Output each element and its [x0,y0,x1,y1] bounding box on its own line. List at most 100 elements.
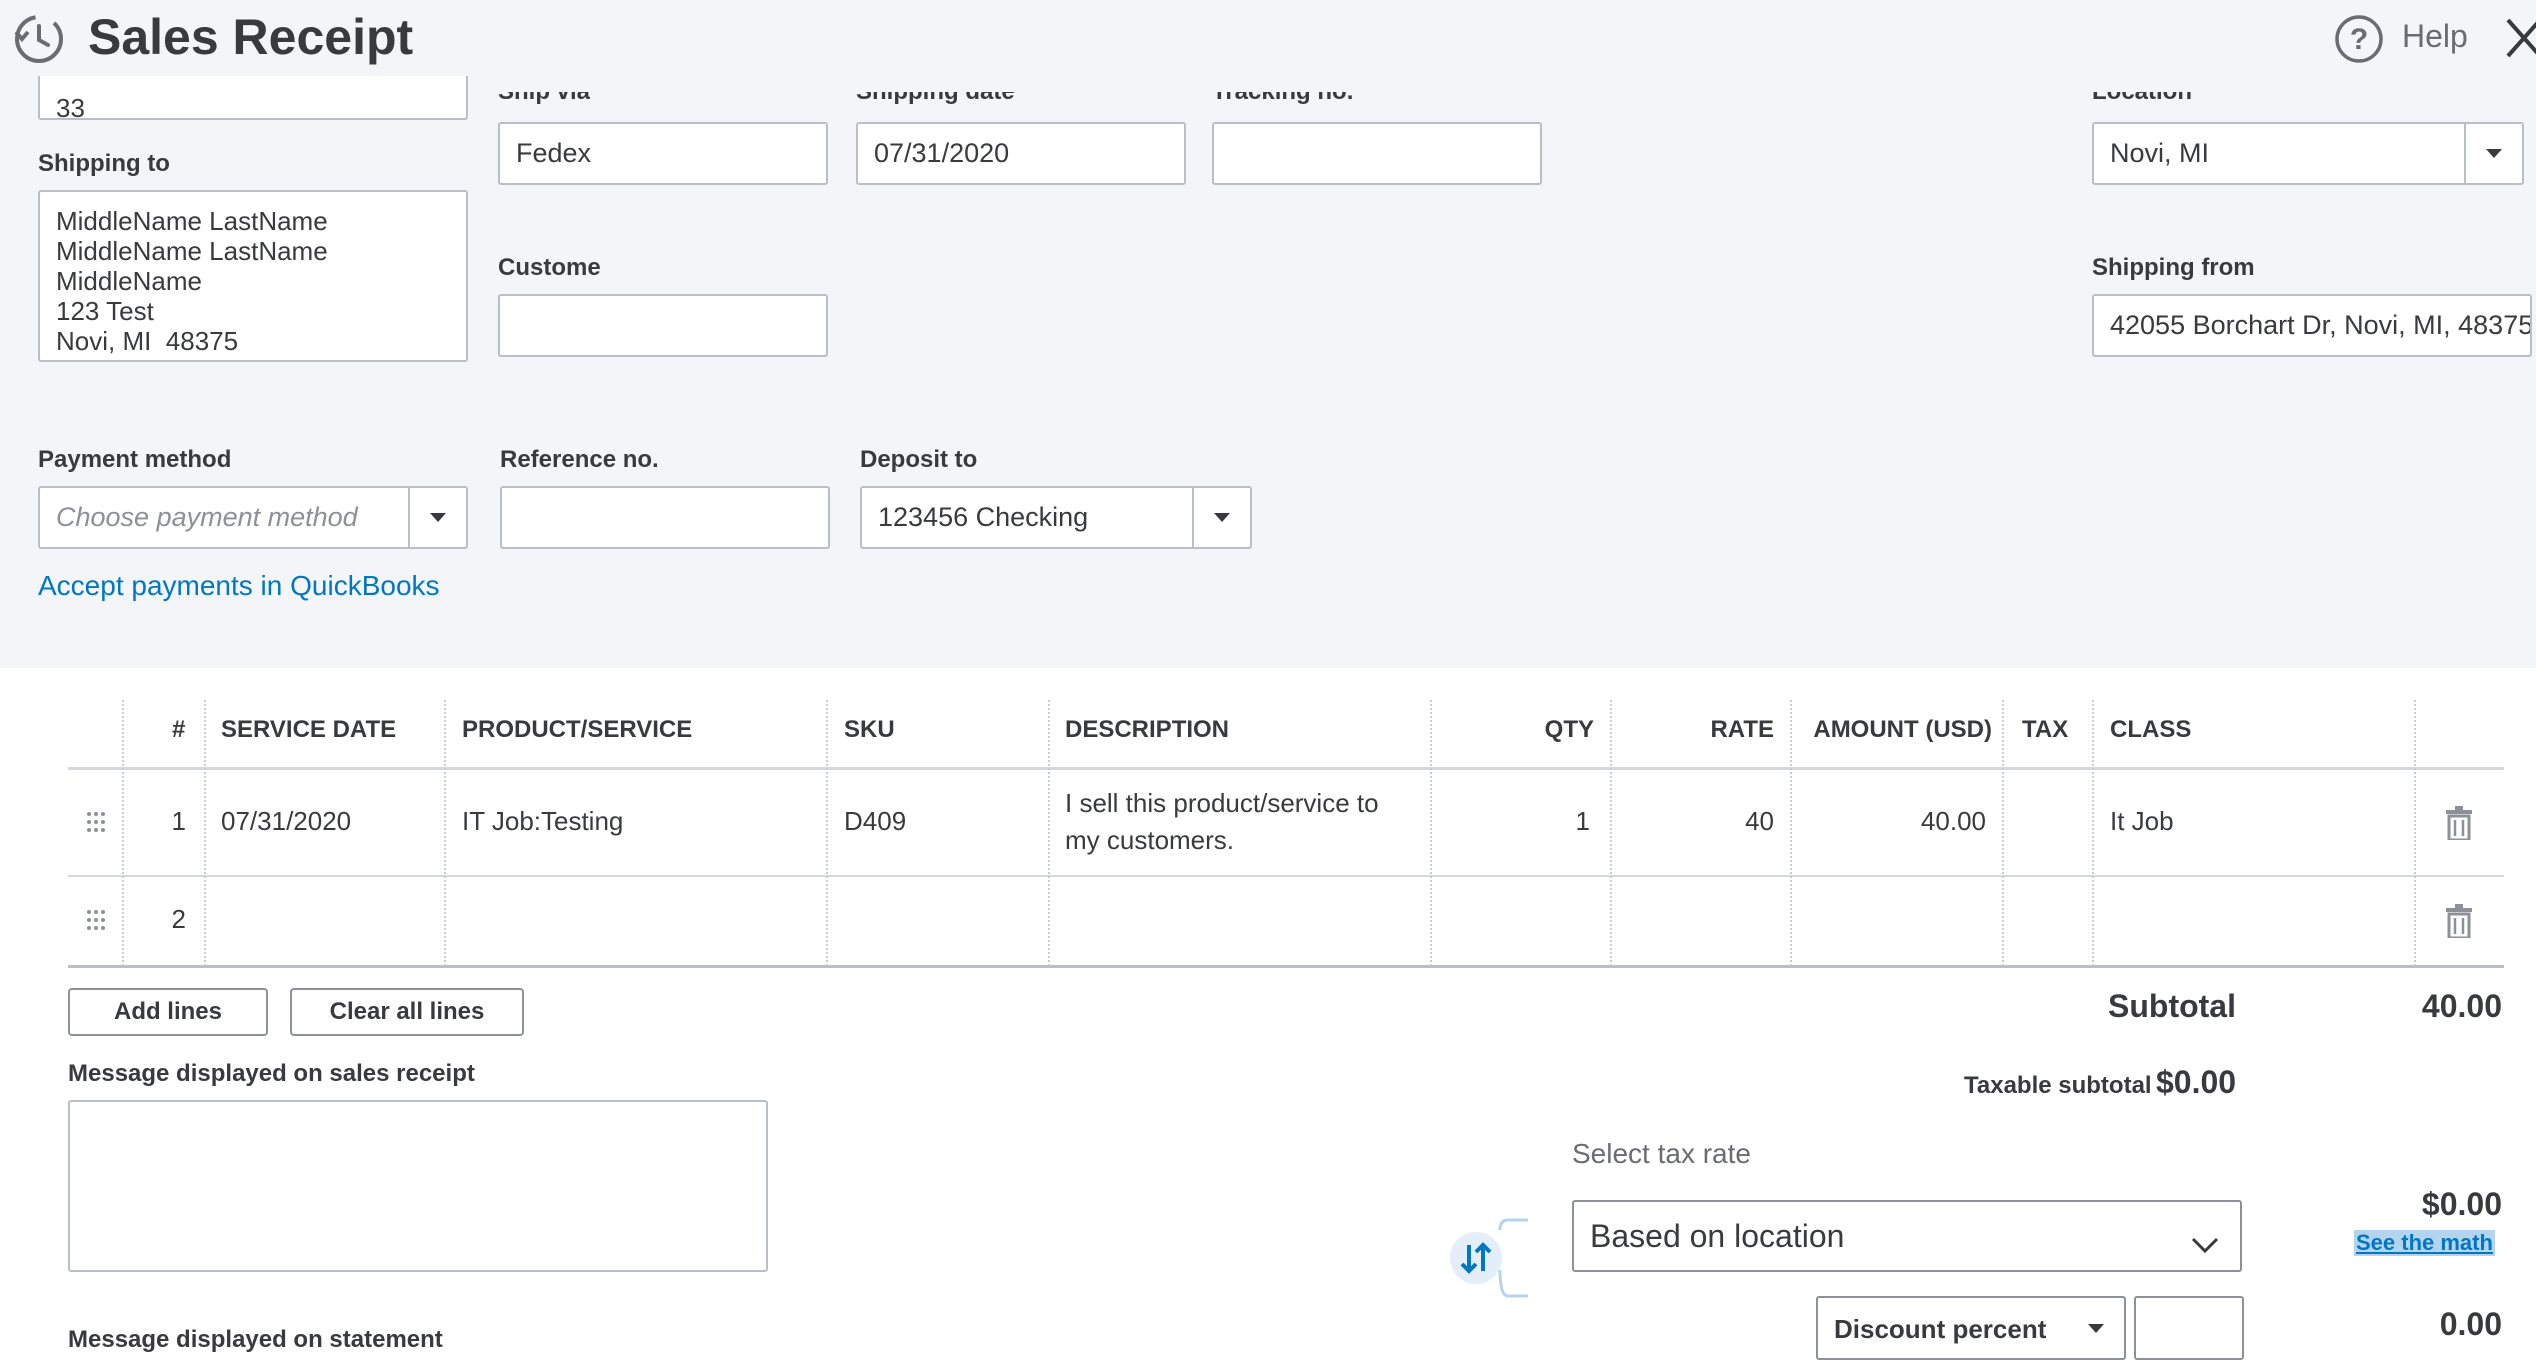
shipping-from-input[interactable]: 42055 Borchart Dr, Novi, MI, 48375 [2092,294,2532,357]
svg-text:?: ? [2350,23,2368,56]
col-separator [1048,700,1050,966]
ship-via-input[interactable]: Fedex [498,122,828,185]
location-label: Location [2092,92,2192,106]
custome-input[interactable] [498,294,828,357]
sales-receipt-message-label: Message displayed on sales receipt [68,1060,475,1087]
cell-description-line-1[interactable]: I sell this product/service to [1065,788,1379,819]
add-lines-button[interactable]: Add lines [68,988,268,1036]
chevron-down-icon [2486,149,2502,158]
table-row-divider [68,875,2504,877]
row-number: 2 [171,904,186,934]
reference-no-label: Reference no. [500,446,659,473]
page-title: Sales Receipt [88,9,414,65]
chevron-down-icon [2190,1226,2220,1254]
terms-input-value: 33 [56,93,85,120]
help-label[interactable]: Help [2402,18,2468,55]
clear-all-lines-button[interactable]: Clear all lines [290,988,524,1036]
col-separator [2092,700,2094,966]
shipping-from-value: 42055 Borchart Dr, Novi, MI, 48375 [2110,310,2532,340]
accept-payments-link[interactable]: Accept payments in QuickBooks [38,570,440,602]
tracking-no-input[interactable] [1212,122,1542,185]
col-header-tax: TAX [2022,716,2069,743]
col-separator [204,700,206,966]
ship-via-label: Ship via [498,92,590,106]
discount-type-value: Discount percent [1834,1314,2047,1344]
shipping-date-value: 07/31/2020 [874,138,1010,168]
cell-description-line-2[interactable]: my customers. [1065,825,1234,856]
drag-handle-icon[interactable] [84,810,108,834]
shipping-date-label: Shipping date [856,92,1015,106]
shipping-from-label: Shipping from [2092,254,2255,281]
location-dropdown-button[interactable] [2464,124,2522,183]
shipping-to-label: Shipping to [38,150,170,177]
tax-rate-value: Based on location [1590,1217,1845,1254]
col-header-sku: SKU [844,716,895,743]
taxable-subtotal-value: $0.00 [2156,1064,2237,1100]
sales-receipt-message-textarea[interactable] [68,1100,768,1272]
shipping-to-line-4: 123 Test [56,296,154,326]
caret-down-icon [2088,1324,2104,1333]
taxable-subtotal-label: Taxable subtotal [1964,1072,2152,1099]
col-header-number: # [172,716,186,743]
shipping-to-line-1: MiddleName LastName [56,206,328,236]
cell-sku[interactable]: D409 [844,806,906,837]
deposit-to-dropdown-button[interactable] [1192,488,1250,547]
chevron-down-icon [1214,513,1230,522]
col-separator [2414,700,2416,966]
col-header-description: DESCRIPTION [1065,716,1230,743]
tax-rate-select[interactable]: Based on location [1572,1200,2242,1272]
custome-label: Custome [498,254,601,281]
discount-amount: 0.00 [2439,1306,2502,1342]
col-separator [826,700,828,966]
see-the-math-link[interactable]: See the math [2354,1230,2495,1256]
deposit-to-value: 123456 Checking [878,502,1089,532]
cell-amount[interactable]: 40.00 [1790,806,1986,837]
help-icon[interactable]: ? [2334,14,2384,64]
reference-no-input[interactable] [500,486,830,549]
shipping-to-line-2: MiddleName LastName [56,236,328,266]
cell-rate[interactable]: 40 [1610,806,1774,837]
tracking-no-label: Tracking no. [1212,92,1353,106]
shipping-to-line-3: MiddleName [56,266,202,296]
subtotal-value: 40.00 [2421,988,2502,1024]
close-icon[interactable] [2502,16,2536,60]
chevron-down-icon [430,513,446,522]
terms-input[interactable]: 33 [38,76,468,120]
trash-icon[interactable] [2444,806,2474,842]
subtotal-label: Subtotal [2108,988,2236,1024]
col-header-amount: AMOUNT (USD) [1813,716,1992,743]
col-header-class: CLASS [2110,716,2192,743]
cell-qty[interactable]: 1 [1430,806,1590,837]
deposit-to-label: Deposit to [860,446,978,473]
payment-method-label: Payment method [38,446,232,473]
select-tax-rate-label: Select tax rate [1572,1138,1751,1169]
recent-transactions-icon[interactable] [12,12,66,66]
cell-product-service[interactable]: IT Job:Testing [462,806,623,837]
col-header-service-date: SERVICE DATE [221,716,397,743]
table-header-line [68,767,2504,770]
payment-method-dropdown-button[interactable] [408,488,466,547]
cell-service-date[interactable]: 07/31/2020 [221,806,351,837]
col-header-product-service: PRODUCT/SERVICE [462,716,693,743]
tax-swap-icon[interactable] [1448,1218,1558,1298]
col-header-rate: RATE [1710,716,1774,743]
ship-via-value: Fedex [516,138,592,168]
row-number: 1 [171,806,186,836]
shipping-date-input[interactable]: 07/31/2020 [856,122,1186,185]
cell-class[interactable]: It Job [2110,806,2174,837]
deposit-to-select[interactable]: 123456 Checking [860,486,1252,549]
location-value: Novi, MI [2110,138,2210,168]
shipping-to-textarea[interactable]: MiddleName LastName MiddleName LastName … [38,190,468,362]
col-separator [2002,700,2004,966]
col-separator [444,700,446,966]
col-header-qty: QTY [1544,716,1594,743]
trash-icon[interactable] [2444,904,2474,940]
payment-method-select[interactable]: Choose payment method [38,486,468,549]
shipping-to-line-5: Novi, MI 48375 [56,326,239,356]
discount-value-input[interactable] [2134,1296,2244,1360]
payment-method-placeholder: Choose payment method [56,502,358,532]
discount-type-select[interactable]: Discount percent [1816,1296,2126,1360]
drag-handle-icon[interactable] [84,908,108,932]
table-bottom-line [68,965,2504,968]
location-select[interactable]: Novi, MI [2092,122,2524,185]
